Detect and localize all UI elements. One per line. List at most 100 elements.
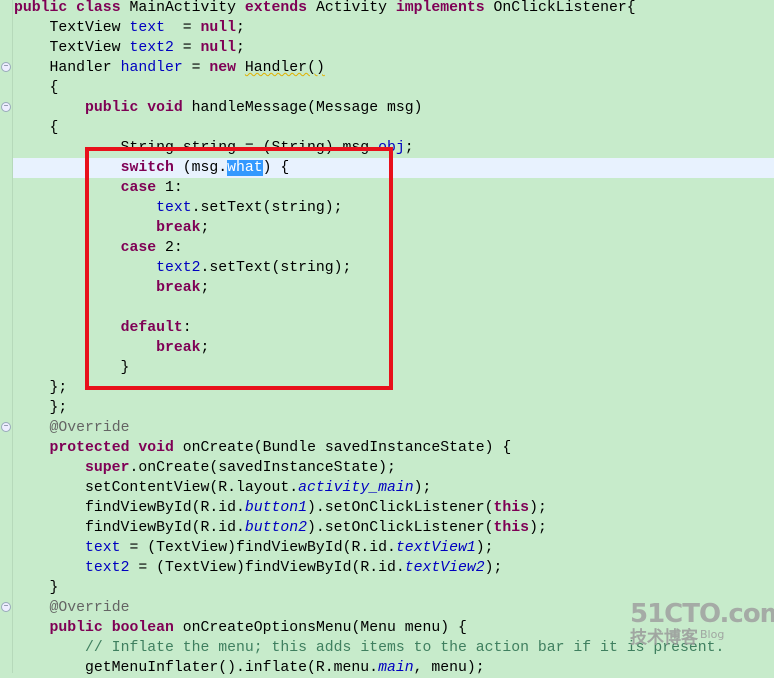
field: text2 [129, 40, 174, 56]
keyword: extends [244, 0, 308, 16]
watermark-main: 51CTO.com [630, 599, 774, 629]
field: text2 [85, 560, 130, 576]
code-text: ; [236, 20, 245, 36]
field: text [85, 540, 121, 556]
code-line[interactable]: findViewById(R.id.button2).setOnClickLis… [14, 518, 774, 538]
code-text: findViewById(R.id. [14, 520, 245, 536]
keyword: boolean [111, 620, 174, 636]
code-text: }; [14, 400, 68, 416]
keyword: void [147, 100, 183, 116]
code-text: onCreate(Bundle savedInstanceState) { [173, 440, 512, 456]
code-text: TextView [14, 40, 130, 56]
keyword: this [493, 500, 530, 516]
code-text: ); [475, 540, 494, 556]
warning-text: Handler() [244, 60, 325, 76]
fold-collapse-icon[interactable]: − [1, 62, 11, 72]
code-text: = (TextView)findViewById(R.id. [120, 540, 396, 556]
annotation: @Override [49, 600, 130, 616]
keyword: super [85, 460, 130, 476]
code-line[interactable]: { [14, 78, 774, 98]
editor-gutter: − − − − [0, 0, 13, 673]
keyword: implements [395, 0, 485, 16]
keyword: class [76, 0, 121, 16]
static-field: button1 [244, 500, 308, 516]
code-text: findViewById(R.id. [14, 500, 245, 516]
code-text: ); [529, 500, 547, 516]
code-line[interactable]: @Override [14, 418, 774, 438]
field: handler [120, 60, 183, 76]
code-text: TextView [14, 20, 130, 36]
field: text [129, 20, 165, 36]
code-text: MainActivity [120, 0, 245, 16]
code-text: = [164, 20, 201, 36]
code-line[interactable]: }; [14, 398, 774, 418]
code-text: = [182, 60, 210, 76]
annotation: @Override [49, 420, 130, 436]
keyword: public [49, 620, 103, 636]
code-text: ).setOnClickListener( [307, 500, 494, 516]
keyword: null [200, 20, 237, 36]
static-field: textView2 [404, 560, 485, 576]
code-line[interactable]: TextView text = null; [14, 18, 774, 38]
code-text: handleMessage(Message msg) [182, 100, 423, 116]
code-text: }; [14, 380, 68, 396]
fold-collapse-icon[interactable]: − [1, 422, 11, 432]
keyword: void [138, 440, 174, 456]
watermark-blog: Blog [700, 628, 725, 641]
code-text: Activity [307, 0, 396, 16]
code-line[interactable]: findViewById(R.id.button1).setOnClickLis… [14, 498, 774, 518]
code-line[interactable]: public class MainActivity extends Activi… [14, 0, 774, 18]
code-text: onCreateOptionsMenu(Menu menu) { [173, 620, 467, 636]
code-line[interactable]: Handler handler = new Handler() [14, 58, 774, 78]
code-text: ; [404, 140, 414, 156]
highlight-annotation-box [85, 147, 393, 390]
static-field: button2 [244, 520, 308, 536]
watermark-sub: 技术博客 [630, 628, 698, 648]
static-field: main [378, 660, 414, 676]
code-text: = [173, 40, 201, 56]
code-text: ); [413, 480, 432, 496]
code-line[interactable]: TextView text2 = null; [14, 38, 774, 58]
static-field: activity_main [298, 480, 414, 496]
code-text: ); [484, 560, 503, 576]
code-text: setContentView(R.layout. [14, 480, 299, 496]
code-line[interactable]: setContentView(R.layout.activity_main); [14, 478, 774, 498]
code-line[interactable]: text2 = (TextView)findViewById(R.id.text… [14, 558, 774, 578]
watermark-sub-row: 技术博客 Blog [630, 628, 760, 648]
code-line[interactable]: protected void onCreate(Bundle savedInst… [14, 438, 774, 458]
code-text: OnClickListener{ [484, 0, 636, 16]
keyword: protected [49, 440, 130, 456]
fold-collapse-icon[interactable]: − [1, 602, 11, 612]
code-text: , menu); [413, 660, 485, 676]
code-line[interactable]: super.onCreate(savedInstanceState); [14, 458, 774, 478]
code-text: = (TextView)findViewById(R.id. [129, 560, 405, 576]
code-line[interactable]: getMenuInflater().inflate(R.menu.main, m… [14, 658, 774, 678]
watermark-logo: 51CTO.com 技术博客 Blog [630, 599, 774, 648]
code-text: { [14, 120, 59, 136]
keyword: new [209, 60, 237, 76]
code-line[interactable]: public void handleMessage(Message msg) [14, 98, 774, 118]
code-text: .onCreate(savedInstanceState); [129, 460, 396, 476]
keyword: public [85, 100, 139, 116]
keyword: public [14, 0, 68, 16]
code-line[interactable]: { [14, 118, 774, 138]
code-line[interactable]: text = (TextView)findViewById(R.id.textV… [14, 538, 774, 558]
keyword: this [493, 520, 530, 536]
comment: // Inflate the menu; this adds items to … [85, 640, 725, 656]
code-line[interactable]: } [14, 578, 774, 598]
fold-collapse-icon[interactable]: − [1, 102, 11, 112]
code-text: } [14, 580, 59, 596]
